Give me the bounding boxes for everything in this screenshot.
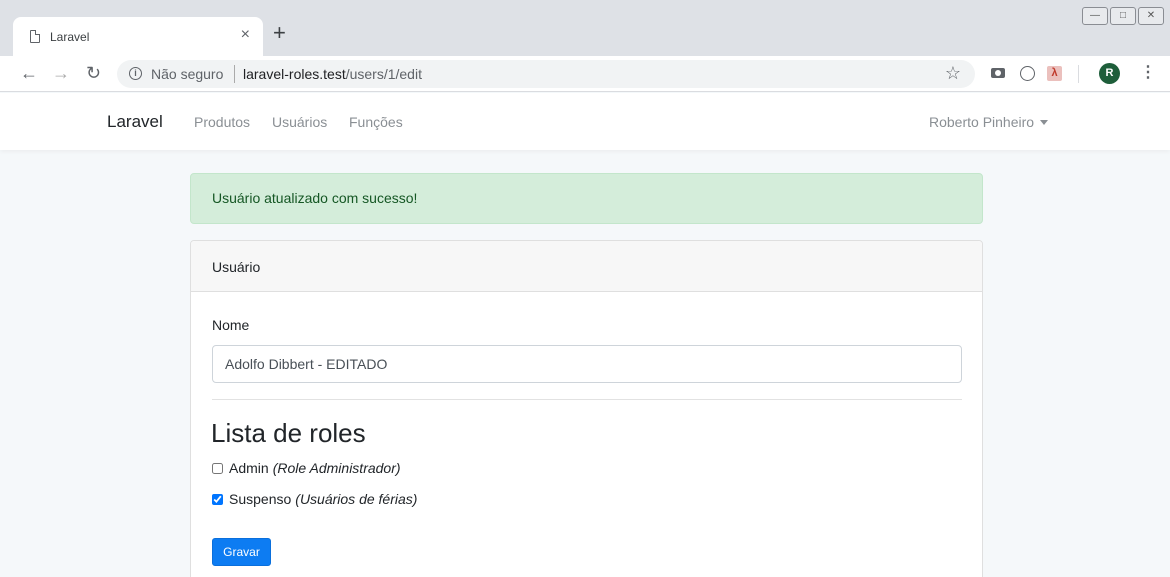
role-description: (Role Administrador) [272,460,401,476]
browser-toolbar: ← → ↻ i Não seguro laravel-roles.test/us… [0,56,1170,92]
brand-link[interactable]: Laravel [107,112,163,132]
role-item-suspenso[interactable]: Suspenso (Usuários de férias) [212,491,417,507]
url-path: /users/1/edit [345,66,422,82]
name-label: Nome [212,317,250,333]
role-name: Admin [229,460,269,476]
minimize-button[interactable]: — [1082,7,1108,25]
role-item-admin[interactable]: Admin (Role Administrador) [212,460,401,476]
name-input[interactable] [212,345,962,383]
profile-avatar[interactable]: R [1099,63,1120,84]
tab-title: Laravel [50,30,90,44]
close-window-button[interactable]: ✕ [1138,7,1164,25]
url-text[interactable]: laravel-roles.test/users/1/edit [243,66,422,82]
user-dropdown[interactable]: Roberto Pinheiro [929,114,1049,130]
save-button[interactable]: Gravar [212,538,271,566]
user-name: Roberto Pinheiro [929,114,1035,130]
bookmark-star-icon[interactable]: ☆ [945,63,961,84]
app-navbar: Laravel Produtos Usuários Funções Robert… [0,93,1170,150]
camera-icon[interactable] [991,68,1005,78]
role-description: (Usuários de férias) [295,491,418,507]
success-alert: Usuário atualizado com sucesso! [190,173,983,224]
close-tab-icon[interactable]: × [241,26,250,44]
extension-icon[interactable] [1020,66,1035,81]
new-tab-button[interactable]: + [273,22,286,44]
nav-link-funcoes[interactable]: Funções [349,114,403,130]
page-icon [30,30,40,43]
pdf-icon[interactable]: λ [1047,66,1062,81]
toolbar-separator [1078,65,1079,83]
reload-icon[interactable]: ↻ [86,61,101,85]
nav-link-usuarios[interactable]: Usuários [272,114,327,130]
window-controls: — □ ✕ [1082,7,1164,25]
maximize-button[interactable]: □ [1110,7,1136,25]
browser-tabstrip: Laravel × + — □ ✕ [0,0,1170,56]
nav-link-produtos[interactable]: Produtos [194,114,250,130]
back-arrow-icon[interactable]: ← [20,61,38,85]
forward-arrow-icon[interactable]: → [52,61,70,85]
info-icon[interactable]: i [129,67,142,80]
browser-tab[interactable]: Laravel × [13,17,263,56]
divider [212,399,962,400]
kebab-menu-icon[interactable]: ⋮ [1140,62,1156,82]
alert-message: Usuário atualizado com sucesso! [212,190,418,206]
role-name: Suspenso [229,491,292,507]
caret-down-icon [1040,120,1049,125]
role-checkbox-suspenso[interactable] [212,493,223,505]
url-host: laravel-roles.test [243,66,346,82]
address-bar[interactable]: i Não seguro laravel-roles.test/users/1/… [117,60,975,88]
roles-title: Lista de roles [211,418,366,448]
url-separator [234,65,235,83]
role-checkbox-admin[interactable] [212,462,223,474]
card-header: Usuário [191,241,982,292]
user-card: Usuário Nome Lista de roles Admin (Role … [190,240,983,577]
security-status[interactable]: Não seguro [151,66,223,82]
